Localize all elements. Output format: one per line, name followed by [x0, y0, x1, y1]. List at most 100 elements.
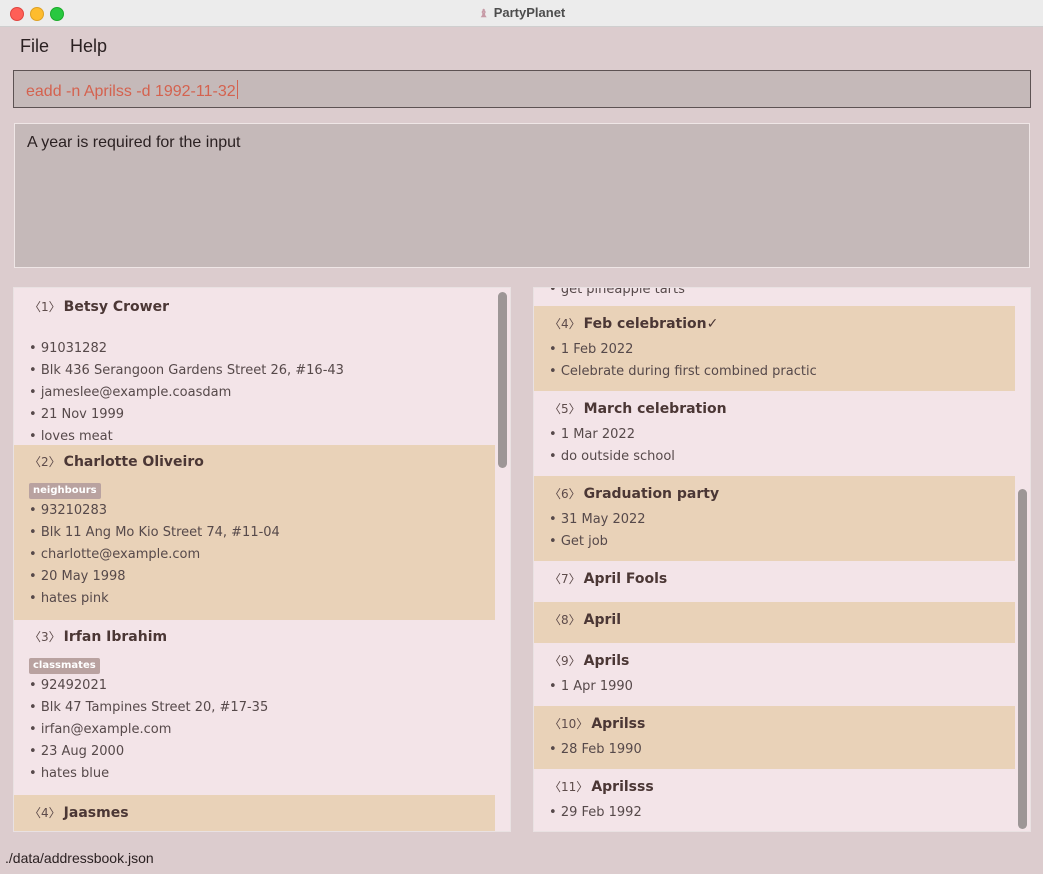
command-value: eadd -n Aprilss -d 1992-11-32 — [26, 83, 236, 100]
person-name-row: 〈3〉 Irfan Ibrahim — [29, 627, 510, 647]
person-address-value: Blk 11 Ang Mo Kio Street 74, #11-04 — [40, 525, 280, 540]
person-index: 〈2〉 — [29, 455, 61, 469]
event-index: 〈9〉 — [549, 654, 581, 668]
event-index: 〈11〉 — [549, 780, 589, 794]
result-message: A year is required for the input — [27, 134, 241, 151]
person-remark: • hates pink — [29, 591, 109, 606]
event-index: 〈8〉 — [549, 613, 581, 627]
person-remark-value: loves meat — [40, 429, 113, 444]
event-index: 〈5〉 — [549, 402, 581, 416]
person-birthday-value: 21 Nov 1999 — [40, 407, 125, 422]
person-card[interactable]: 〈2〉 Charlotte Oliveiro neighbours • 93210… — [14, 445, 495, 620]
person-name: Charlotte Oliveiro — [63, 454, 204, 470]
event-index-value: 10 — [561, 717, 577, 731]
event-index: 〈4〉 — [549, 317, 581, 331]
person-name-row: 〈1〉 Betsy Crower — [29, 297, 510, 317]
event-index: 〈7〉 — [549, 572, 581, 586]
event-index-value: 9 — [561, 654, 569, 668]
event-date-value: 1 Feb 2022 — [560, 342, 634, 357]
command-input-text: eadd -n Aprilss -d 1992-11-32 — [26, 80, 238, 101]
person-card[interactable]: 〈4〉 Jaasmes — [14, 795, 495, 831]
event-date: • 31 May 2022 — [549, 512, 646, 527]
person-index-value: 1 — [41, 300, 49, 314]
person-phone-value: 93210283 — [40, 503, 107, 518]
person-phone-value: 92492021 — [40, 678, 107, 693]
event-index-value: 6 — [561, 487, 569, 501]
person-list-panel[interactable]: 〈1〉 Betsy Crower • 91031282 • Blk 436 Ser… — [13, 287, 511, 832]
event-list-panel[interactable]: • get pineapple tarts 〈4〉 Feb celebration… — [533, 287, 1031, 832]
person-email: • charlotte@example.com — [29, 547, 201, 562]
event-name-row: 〈4〉 Feb celebration✓ — [549, 314, 1015, 334]
event-index: 〈10〉 — [549, 717, 589, 731]
event-name: Graduation party — [583, 486, 720, 502]
person-index: 〈3〉 — [29, 630, 61, 644]
event-date: • 29 Feb 1992 — [549, 805, 642, 820]
person-address: • Blk 11 Ang Mo Kio Street 74, #11-04 — [29, 525, 280, 540]
event-card[interactable]: 〈7〉 April Fools — [534, 561, 1030, 602]
person-phone: • 93210283 — [29, 503, 107, 518]
event-card[interactable]: 〈9〉 Aprils • 1 Apr 1990 — [534, 643, 1030, 706]
event-date: • 28 Feb 1990 — [549, 742, 642, 757]
command-input[interactable]: eadd -n Aprilss -d 1992-11-32 — [13, 70, 1031, 108]
person-email: • jameslee@example.coasdam — [29, 385, 232, 400]
person-index-value: 2 — [41, 455, 49, 469]
person-birthday: • 21 Nov 1999 — [29, 407, 125, 422]
event-card[interactable]: 〈8〉 April — [534, 602, 1015, 643]
event-name-row: 〈5〉 March celebration — [549, 399, 1030, 419]
person-remark: • hates blue — [29, 766, 110, 781]
event-name: March celebration — [583, 401, 727, 417]
person-email-value: jameslee@example.coasdam — [40, 385, 232, 400]
person-name: Irfan Ibrahim — [63, 629, 168, 645]
person-index-value: 3 — [41, 630, 49, 644]
person-name: Jaasmes — [63, 805, 129, 821]
person-card[interactable]: 〈1〉 Betsy Crower • 91031282 • Blk 436 Ser… — [14, 288, 510, 445]
event-name: April — [583, 612, 622, 628]
person-tags: classmates — [29, 647, 510, 675]
window-title: PartyPlanet — [493, 5, 566, 20]
event-name-row: 〈10〉 Aprilss — [549, 714, 1015, 734]
person-index: 〈4〉 — [29, 806, 61, 820]
person-address: • Blk 47 Tampines Street 20, #17-35 — [29, 700, 269, 715]
person-address: • Blk 436 Serangoon Gardens Street 26, #… — [29, 363, 344, 378]
event-card[interactable]: 〈4〉 Feb celebration✓ • 1 Feb 2022 • Celeb… — [534, 306, 1015, 391]
event-list: • get pineapple tarts 〈4〉 Feb celebration… — [534, 287, 1030, 831]
event-remark: • Celebrate during first combined practi… — [549, 364, 817, 379]
person-remark-value: hates pink — [40, 591, 109, 606]
person-name-row: 〈4〉 Jaasmes — [29, 803, 495, 823]
person-card[interactable]: 〈3〉 Irfan Ibrahim classmates • 92492021 •… — [14, 620, 510, 795]
event-date-value: 1 Mar 2022 — [560, 427, 635, 442]
person-address-value: Blk 436 Serangoon Gardens Street 26, #16… — [40, 363, 344, 378]
person-remark-value: hates blue — [40, 766, 110, 781]
event-date-value: 31 May 2022 — [560, 512, 646, 527]
event-card[interactable]: 〈6〉 Graduation party • 31 May 2022 • Get … — [534, 476, 1015, 561]
event-index-value: 7 — [561, 572, 569, 586]
event-index-value: 11 — [561, 780, 577, 794]
event-index-value: 8 — [561, 613, 569, 627]
person-list: 〈1〉 Betsy Crower • 91031282 • Blk 436 Ser… — [14, 288, 510, 831]
event-date-value: 1 Apr 1990 — [560, 679, 633, 694]
event-name-row: 〈9〉 Aprils — [549, 651, 1030, 671]
event-card-partial[interactable]: • get pineapple tarts — [534, 287, 1030, 306]
event-name: Aprils — [583, 653, 630, 669]
event-card[interactable]: 〈5〉 March celebration • 1 Mar 2022 • do o… — [534, 391, 1030, 476]
event-remark-value: get pineapple tarts — [560, 287, 685, 297]
event-remark: • do outside school — [549, 449, 675, 464]
event-list-scrollbar[interactable] — [1018, 489, 1027, 829]
event-name-row: 〈7〉 April Fools — [549, 569, 1030, 589]
event-done-mark: ✓ — [706, 316, 719, 332]
event-card[interactable]: 〈10〉 Aprilss • 28 Feb 1990 — [534, 706, 1015, 769]
person-phone: • 92492021 — [29, 678, 107, 693]
person-list-scrollbar[interactable] — [498, 292, 507, 468]
window-titlebar: ♝ PartyPlanet — [0, 0, 1043, 27]
person-name: Betsy Crower — [63, 299, 169, 315]
person-birthday-value: 23 Aug 2000 — [40, 744, 125, 759]
menu-file[interactable]: File — [20, 36, 49, 57]
person-email-value: irfan@example.com — [40, 722, 172, 737]
event-card[interactable]: 〈11〉 Aprilsss • 29 Feb 1992 — [534, 769, 1030, 831]
person-email: • irfan@example.com — [29, 722, 172, 737]
person-tag: classmates — [29, 658, 100, 674]
person-birthday: • 23 Aug 2000 — [29, 744, 125, 759]
menu-help[interactable]: Help — [70, 36, 107, 57]
event-name: April Fools — [583, 571, 668, 587]
event-date-value: 28 Feb 1990 — [560, 742, 642, 757]
